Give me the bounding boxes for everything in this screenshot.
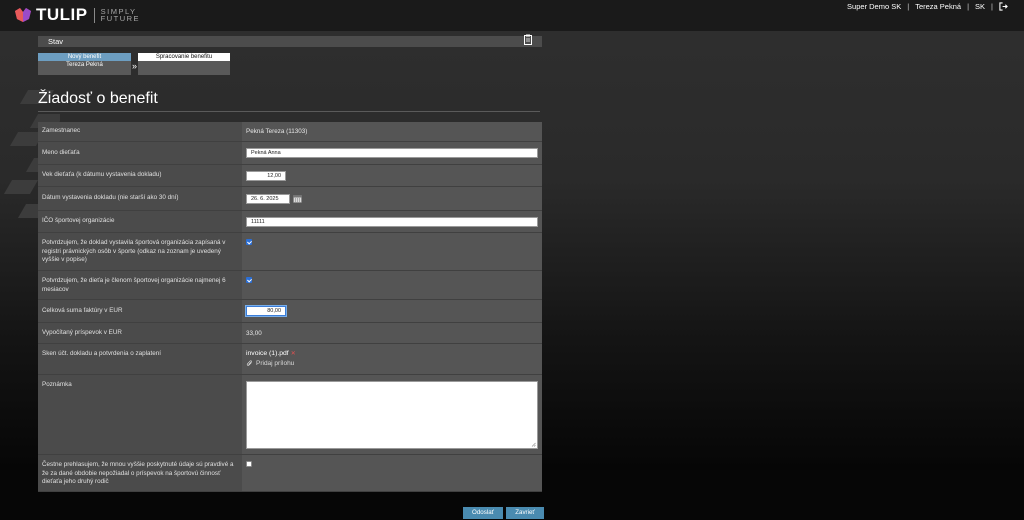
logo-divider bbox=[93, 7, 95, 23]
note-label: Poznámka bbox=[38, 375, 242, 454]
child-age-label: Vek dieťaťa (k dátumu vystavenia dokladu… bbox=[38, 165, 242, 186]
document-date-input[interactable]: 26. 6. 2025 bbox=[246, 193, 290, 204]
nav-company[interactable]: Super Demo SK bbox=[847, 2, 901, 11]
close-button[interactable]: Zavrieť bbox=[506, 507, 544, 519]
form-row-declaration: Čestne prehlasujem, že mnou vyššie posky… bbox=[38, 455, 542, 492]
step-title: Nový benefit bbox=[38, 53, 131, 61]
form-row-child-age: Vek dieťaťa (k dátumu vystavenia dokladu… bbox=[38, 165, 542, 187]
attached-file-link[interactable]: invoice (1).pdf bbox=[246, 350, 289, 357]
paperclip-icon bbox=[246, 360, 252, 366]
child-age-input[interactable]: 12,00 bbox=[246, 170, 286, 181]
add-attachment-link[interactable]: Pridaj prílohu bbox=[246, 360, 294, 367]
workflow-arrow: » bbox=[132, 61, 138, 71]
scan-cell: invoice (1).pdf ✕ Pridaj prílohu bbox=[242, 344, 542, 374]
form-row-document-date: Dátum vystavenia dokladu (nie starší ako… bbox=[38, 187, 542, 211]
form-row-confirm-registry: Potvrdzujem, že doklad vystavila športov… bbox=[38, 233, 542, 271]
status-bar-label: Stav bbox=[48, 37, 64, 46]
clipboard-icon[interactable] bbox=[524, 34, 532, 45]
tulip-logo-icon bbox=[15, 8, 31, 22]
confirm-membership-checkbox[interactable] bbox=[246, 277, 252, 283]
workflow-steps: Nový benefit Tereza Pekná » Spracovanie … bbox=[38, 53, 542, 83]
nav-separator: | bbox=[967, 2, 970, 11]
top-header: TULIP SIMPLY FUTURE Super Demo SK | Tere… bbox=[0, 0, 1024, 31]
main-panel: Stav Nový benefit Tereza Pekná » Spracov… bbox=[38, 34, 542, 492]
form-row-confirm-membership: Potvrdzujem, že dieťa je členom športove… bbox=[38, 271, 542, 300]
form-row-note: Poznámka bbox=[38, 375, 542, 455]
note-textarea[interactable] bbox=[246, 381, 538, 449]
step-assignee: Tereza Pekná bbox=[66, 62, 103, 68]
organization-id-cell: 11111 bbox=[242, 211, 542, 232]
nav-user[interactable]: Tereza Pekná bbox=[915, 2, 961, 11]
confirm-registry-cell bbox=[242, 233, 542, 270]
form-row-scan: Sken účt. dokladu a potvrdenia o zaplate… bbox=[38, 344, 542, 375]
confirm-membership-cell bbox=[242, 271, 542, 299]
declaration-checkbox[interactable] bbox=[246, 461, 252, 467]
tagline-line-2: FUTURE bbox=[100, 14, 141, 23]
form-row-computed-contribution: Vypočítaný príspevok v EUR 33,00 bbox=[38, 323, 542, 344]
note-cell bbox=[242, 375, 542, 454]
employee-label: Zamestnanec bbox=[38, 122, 242, 141]
declaration-cell bbox=[242, 455, 542, 491]
computed-contribution-value: 33,00 bbox=[242, 323, 542, 343]
document-date-cell: 26. 6. 2025 bbox=[242, 187, 542, 210]
confirm-registry-checkbox[interactable] bbox=[246, 239, 252, 245]
confirm-membership-label: Potvrdzujem, že dieťa je členom športove… bbox=[38, 271, 242, 299]
declaration-label: Čestne prehlasujem, že mnou vyššie posky… bbox=[38, 455, 242, 491]
workflow-step-processing[interactable]: Spracovanie benefitu bbox=[138, 53, 230, 75]
form-row-child-name: Meno dieťaťa Pekná Anna bbox=[38, 142, 542, 165]
add-attachment-label: Pridaj prílohu bbox=[256, 360, 295, 367]
submit-button[interactable]: Odoslať bbox=[463, 507, 503, 519]
page-title: Žiadosť o benefit bbox=[38, 90, 540, 112]
employee-value: Pekná Tereza (11303) bbox=[242, 122, 542, 141]
invoice-total-label: Celková suma faktúry v EUR bbox=[38, 300, 242, 322]
confirm-registry-label: Potvrdzujem, že doklad vystavila športov… bbox=[38, 233, 242, 270]
logo-text: TULIP bbox=[36, 5, 88, 24]
form-row-invoice-total: Celková suma faktúry v EUR 80,00 bbox=[38, 300, 542, 323]
workflow-step-new-benefit[interactable]: Nový benefit Tereza Pekná bbox=[38, 53, 131, 75]
organization-id-label: IČO športovej organizácie bbox=[38, 211, 242, 232]
logout-icon[interactable] bbox=[999, 2, 1008, 11]
form-row-employee: Zamestnanec Pekná Tereza (11303) bbox=[38, 122, 542, 142]
top-navigation: Super Demo SK | Tereza Pekná | SK | bbox=[847, 2, 1008, 11]
child-name-input[interactable]: Pekná Anna bbox=[246, 148, 538, 158]
invoice-total-input[interactable]: 80,00 bbox=[246, 306, 286, 316]
child-age-cell: 12,00 bbox=[242, 165, 542, 186]
logo-tagline: SIMPLY FUTURE bbox=[100, 8, 141, 23]
step-title: Spracovanie benefitu bbox=[138, 53, 230, 61]
benefit-request-form: Zamestnanec Pekná Tereza (11303) Meno di… bbox=[38, 122, 542, 492]
nav-separator: | bbox=[907, 2, 910, 11]
invoice-total-cell: 80,00 bbox=[242, 300, 542, 322]
computed-contribution-label: Vypočítaný príspevok v EUR bbox=[38, 323, 242, 343]
calendar-icon[interactable] bbox=[293, 194, 302, 203]
app-logo[interactable]: TULIP SIMPLY FUTURE bbox=[14, 5, 140, 25]
organization-id-input[interactable]: 11111 bbox=[246, 216, 538, 227]
child-name-cell: Pekná Anna bbox=[242, 142, 542, 164]
remove-file-icon[interactable]: ✕ bbox=[291, 351, 296, 357]
status-bar: Stav bbox=[38, 34, 542, 47]
nav-separator: | bbox=[991, 2, 993, 11]
document-date-label: Dátum vystavenia dokladu (nie starší ako… bbox=[38, 187, 242, 210]
child-name-label: Meno dieťaťa bbox=[38, 142, 242, 164]
form-actions: Odoslať Zavrieť bbox=[463, 507, 544, 519]
resize-grip-icon[interactable] bbox=[531, 442, 536, 447]
attached-file: invoice (1).pdf ✕ bbox=[246, 350, 296, 357]
form-row-organization-id: IČO športovej organizácie 11111 bbox=[38, 211, 542, 233]
nav-language[interactable]: SK bbox=[975, 2, 985, 11]
scan-label: Sken účt. dokladu a potvrdenia o zaplate… bbox=[38, 344, 242, 374]
